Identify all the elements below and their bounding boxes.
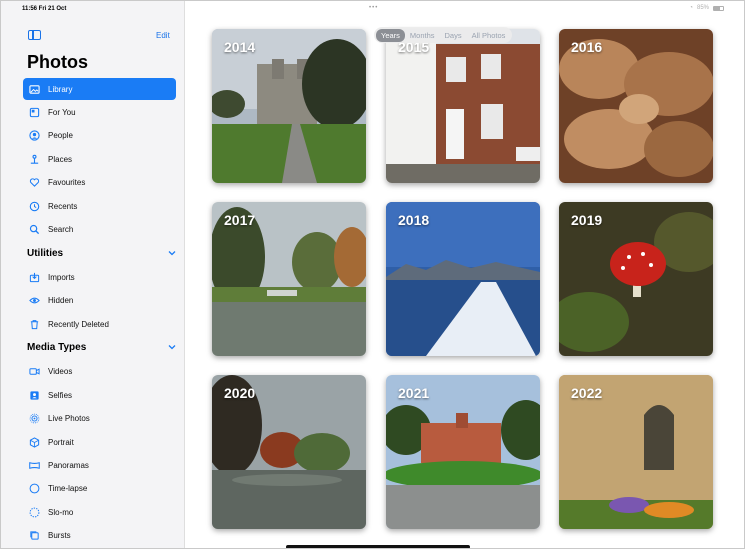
sidebar-item-recents[interactable]: Recents [23, 195, 176, 217]
sidebar-item-label: For You [48, 107, 76, 117]
battery-icon [713, 5, 724, 11]
sidebar-item-portrait[interactable]: Portrait [23, 431, 176, 453]
multitasking-indicator[interactable]: ••• [369, 5, 378, 11]
sidebar-toggle-icon[interactable] [28, 30, 41, 40]
for-you-icon [28, 106, 40, 118]
year-label: 2018 [398, 212, 430, 228]
year-tile-2022[interactable]: 2022 [559, 375, 713, 529]
clock-icon [28, 200, 40, 212]
sidebar-item-live-photos[interactable]: Live Photos [23, 407, 176, 429]
year-tile-2018[interactable]: 2018 [386, 202, 540, 356]
year-tile-2019[interactable]: 2019 [559, 202, 713, 356]
sidebar-item-selfies[interactable]: Selfies [23, 384, 176, 406]
sidebar-item-favourites[interactable]: Favourites [23, 171, 176, 193]
library-icon [28, 83, 40, 95]
sidebar-item-time-lapse[interactable]: Time-lapse [23, 477, 176, 499]
sidebar-item-label: Search [48, 224, 74, 234]
sidebar-item-label: Time-lapse [48, 483, 88, 493]
year-label: 2014 [224, 39, 256, 55]
sidebar-item-panoramas[interactable]: Panoramas [23, 454, 176, 476]
wifi-icon: ◔ [689, 5, 693, 11]
sidebar-item-label: Bursts [48, 530, 71, 540]
utilities-title: Utilities [27, 247, 64, 259]
sidebar-item-label: Slo-mo [48, 507, 74, 517]
sidebar-item-people[interactable]: People [23, 124, 176, 146]
sidebar-item-slo-mo[interactable]: Slo-mo [23, 501, 176, 523]
year-label: 2021 [398, 385, 430, 401]
segment-days[interactable]: Days [440, 29, 467, 42]
edit-button[interactable]: Edit [156, 31, 170, 40]
sidebar-item-label: Videos [48, 366, 73, 376]
sidebar-item-label: Favourites [48, 177, 86, 187]
timelapse-icon [28, 482, 40, 494]
photo-grid: 2014 2015 2016 2017 2018 2019 2020 2021 … [186, 1, 744, 548]
sidebar-item-label: Hidden [48, 295, 74, 305]
sidebar-item-library[interactable]: Library [23, 78, 176, 100]
heart-icon [28, 176, 40, 188]
sidebar-item-places[interactable]: Places [23, 148, 176, 170]
year-label: 2020 [224, 385, 256, 401]
video-icon [28, 365, 40, 377]
year-label: 2016 [571, 39, 603, 55]
status-right: ◔ 85% [689, 5, 724, 11]
year-label: 2022 [571, 385, 603, 401]
sidebar-item-label: People [48, 130, 73, 140]
photos-app-window: Edit Photos Library For You People Place… [0, 0, 745, 549]
sidebar-item-imports[interactable]: Imports [23, 266, 176, 288]
sidebar-item-label: Live Photos [48, 413, 90, 423]
search-icon [28, 223, 40, 235]
year-tile-2015[interactable]: 2015 [386, 29, 540, 183]
year-label: 2019 [571, 212, 603, 228]
status-time: 11:56 Fri 21 Oct [22, 6, 67, 12]
sidebar: Edit Photos Library For You People Place… [1, 1, 185, 548]
sidebar-item-for-you[interactable]: For You [23, 101, 176, 123]
sidebar-item-hidden[interactable]: Hidden [23, 289, 176, 311]
eye-icon [28, 294, 40, 306]
year-tile-2020[interactable]: 2020 [212, 375, 366, 529]
year-label: 2017 [224, 212, 256, 228]
sidebar-item-label: Selfies [48, 390, 73, 400]
live-photo-icon [28, 412, 40, 424]
import-icon [28, 271, 40, 283]
sidebar-item-label: Library [48, 84, 73, 94]
year-tile-2021[interactable]: 2021 [386, 375, 540, 529]
page-title: Photos [27, 52, 88, 72]
sidebar-item-label: Recents [48, 201, 78, 211]
status-bar: 11:56 Fri 21 Oct ••• ◔ 85% [1, 1, 744, 15]
home-indicator[interactable] [286, 545, 470, 548]
panorama-icon [28, 459, 40, 471]
sidebar-item-label: Panoramas [48, 460, 89, 470]
sidebar-item-label: Recently Deleted [48, 319, 109, 329]
segment-months[interactable]: Months [405, 29, 440, 42]
places-icon [28, 153, 40, 165]
portrait-icon [28, 436, 40, 448]
sidebar-item-label: Imports [48, 272, 75, 282]
people-icon [28, 129, 40, 141]
chevron-down-icon [168, 251, 176, 256]
year-tile-2017[interactable]: 2017 [212, 202, 366, 356]
year-tile-2016[interactable]: 2016 [559, 29, 713, 183]
media-types-title: Media Types [27, 341, 87, 353]
trash-icon [28, 318, 40, 330]
sidebar-item-bursts[interactable]: Bursts [23, 524, 176, 546]
battery-percent: 85% [696, 5, 709, 11]
view-segmented-control: Years Months Days All Photos [374, 27, 513, 43]
sidebar-item-search[interactable]: Search [23, 218, 176, 240]
year-tile-2014[interactable]: 2014 [212, 29, 366, 183]
media-types-section-header[interactable]: Media Types [27, 339, 177, 355]
bursts-icon [28, 529, 40, 541]
sidebar-item-recently-deleted[interactable]: Recently Deleted [23, 313, 176, 335]
sidebar-item-videos[interactable]: Videos [23, 360, 176, 382]
chevron-down-icon [168, 345, 176, 350]
utilities-section-header[interactable]: Utilities [27, 245, 177, 261]
segment-years[interactable]: Years [376, 28, 405, 42]
sidebar-item-label: Places [48, 154, 73, 164]
segment-all-photos[interactable]: All Photos [467, 29, 511, 42]
sidebar-item-label: Portrait [48, 437, 74, 447]
slomo-icon [28, 506, 40, 518]
selfie-icon [28, 389, 40, 401]
